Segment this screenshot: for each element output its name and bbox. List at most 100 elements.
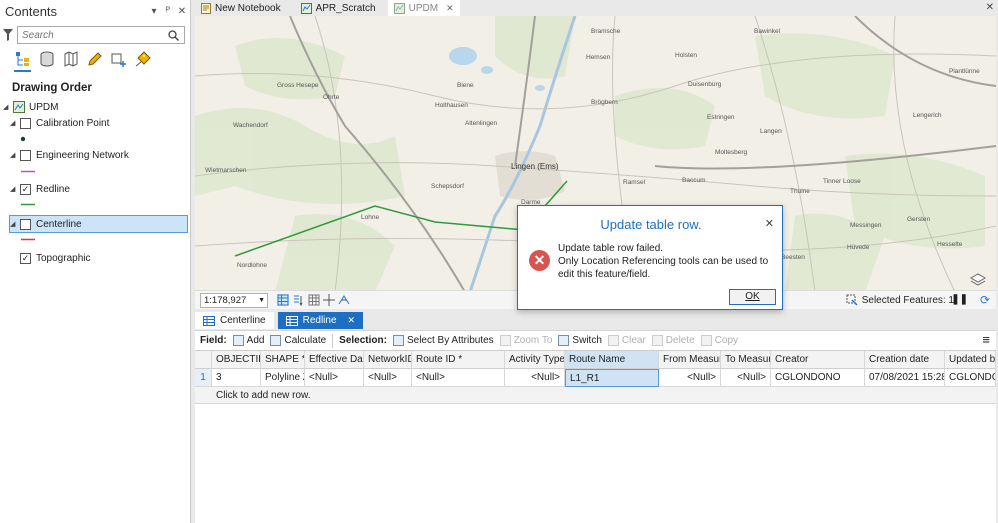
zoom-to-button[interactable]: Zoom To [499, 335, 552, 346]
table-navigation-icon[interactable] [277, 294, 289, 306]
search-icon[interactable] [168, 29, 179, 41]
column-header[interactable]: SHAPE * [261, 351, 305, 369]
column-header[interactable]: Creation date [865, 351, 945, 369]
crosshair-icon[interactable] [323, 294, 335, 306]
contents-pane: Contents ▾ ᴾ ✕ Drawing Order [0, 0, 191, 523]
column-header[interactable]: To Measure [721, 351, 771, 369]
tab-centerline-table[interactable]: Centerline [195, 312, 274, 329]
layer-name: Topographic [36, 252, 91, 264]
copy-button[interactable]: Copy [700, 335, 738, 346]
collapse-arrow-icon[interactable]: ◢ [10, 119, 20, 127]
basemap-tiles-icon[interactable] [970, 272, 986, 286]
scale-selector[interactable]: 1:178,927 ▼ [200, 293, 268, 308]
table-cell[interactable]: <Null> [505, 369, 565, 387]
list-by-labeling-icon[interactable] [134, 50, 151, 67]
layer-row-calibration-point[interactable]: ◢ Calibration Point [10, 115, 109, 131]
list-by-selection-icon[interactable] [62, 50, 79, 67]
table-cell[interactable]: <Null> [659, 369, 721, 387]
filter-icon[interactable] [3, 29, 13, 41]
table-cell[interactable]: <Null> [364, 369, 412, 387]
table-cell[interactable]: Polyline Z [261, 369, 305, 387]
dialog-close-icon[interactable]: ✕ [765, 217, 774, 230]
search-input[interactable] [22, 29, 162, 41]
layer-checkbox[interactable]: ✓ [20, 252, 31, 264]
layer-row-redline[interactable]: ◢ ✓ Redline [10, 181, 70, 197]
table-cell[interactable]: 07/08/2021 15:28:45 [865, 369, 945, 387]
table-cell[interactable]: 3 [212, 369, 261, 387]
dialog-message-line1: Update table row failed. [558, 243, 664, 254]
add-field-button[interactable]: Add [232, 335, 264, 346]
chevron-down-icon[interactable]: ▼ [258, 294, 265, 307]
table-cell-editing[interactable]: L1_R1 [565, 369, 659, 387]
close-icon[interactable]: ✕ [986, 2, 994, 13]
ok-button[interactable]: OK [729, 289, 776, 305]
refresh-icon[interactable]: ⟳ [980, 293, 990, 307]
list-by-drawing-order-icon[interactable] [14, 50, 31, 67]
calculate-button[interactable]: Calculate [270, 335, 326, 346]
tab-new-notebook[interactable]: New Notebook [195, 0, 287, 16]
column-header[interactable]: OBJECTID * [212, 351, 261, 369]
map-label: Hüvede [847, 244, 870, 251]
table-cell[interactable]: CGLONDC [945, 369, 996, 387]
grid-icon[interactable] [308, 294, 320, 306]
table-cell[interactable]: <Null> [412, 369, 505, 387]
layer-checkbox[interactable] [20, 149, 31, 161]
clear-icon [607, 335, 619, 346]
tab-close-icon[interactable]: ✕ [446, 3, 454, 14]
table-cell[interactable]: <Null> [305, 369, 364, 387]
layer-row-centerline[interactable]: ◢ Centerline [9, 215, 188, 233]
tab-label: APR_Scratch [315, 2, 376, 14]
pause-drawing-icon[interactable]: ❚❚ [951, 294, 968, 305]
select-by-attributes-button[interactable]: Select By Attributes [392, 335, 494, 346]
column-header[interactable]: Effective Date [305, 351, 364, 369]
table-cell[interactable]: CGLONDONO [771, 369, 865, 387]
layer-checkbox[interactable] [20, 218, 31, 230]
map-label: Schepsdorf [431, 183, 464, 190]
column-header-selected[interactable]: Route Name [565, 351, 659, 369]
collapse-arrow-icon[interactable]: ◢ [10, 220, 20, 228]
list-by-snapping-icon[interactable] [110, 50, 127, 67]
table-cell[interactable]: <Null> [721, 369, 771, 387]
pin-icon[interactable]: ᴾ [162, 6, 174, 17]
map-label: Langen [760, 128, 782, 135]
tab-apr-scratch[interactable]: APR_Scratch [295, 0, 382, 16]
layer-row-engineering-network[interactable]: ◢ Engineering Network [10, 147, 129, 163]
line-symbol-red-icon [21, 238, 35, 241]
selected-features[interactable]: Selected Features: 1 [846, 294, 954, 306]
options-dropdown-icon[interactable]: ▾ [148, 6, 160, 17]
row-number[interactable]: 1 [195, 369, 212, 387]
map-label: Wietmarschen [205, 167, 247, 174]
tab-close-icon[interactable]: ✕ [348, 315, 356, 326]
column-header[interactable]: From Measure [659, 351, 721, 369]
switch-button[interactable]: Switch [558, 335, 602, 346]
column-header[interactable]: Route ID * [412, 351, 505, 369]
tab-updm[interactable]: UPDM ✕ [387, 0, 460, 16]
active-tool-indicator [14, 70, 31, 72]
collapse-arrow-icon[interactable]: ◢ [10, 151, 20, 159]
collapse-arrow-icon[interactable]: ◢ [3, 103, 13, 111]
column-header[interactable]: NetworkID [364, 351, 412, 369]
list-by-editing-icon[interactable] [86, 50, 103, 67]
column-header[interactable]: Creator [771, 351, 865, 369]
select-by-attributes-label: Select By Attributes [406, 335, 494, 346]
zoom-layers-icon[interactable] [293, 294, 305, 306]
layer-checkbox[interactable]: ✓ [20, 183, 31, 195]
snapping-icon[interactable] [338, 294, 350, 306]
map-icon [13, 101, 25, 113]
column-header[interactable]: Activity Type [505, 351, 565, 369]
map-node[interactable]: ◢ UPDM [3, 99, 58, 115]
collapse-arrow-icon[interactable]: ◢ [10, 185, 20, 193]
column-header[interactable]: Updated b [945, 351, 996, 369]
drawing-order-heading: Drawing Order [12, 82, 92, 94]
layer-checkbox[interactable] [20, 117, 31, 129]
selected-features-label: Selected Features: 1 [861, 294, 954, 306]
add-new-row[interactable]: Click to add new row. [195, 387, 996, 404]
close-icon[interactable]: ✕ [176, 6, 188, 17]
table-menu-icon[interactable]: ≡ [982, 333, 990, 346]
map-label: Estringen [707, 114, 735, 121]
tab-redline-table[interactable]: Redline ✕ [277, 312, 364, 329]
list-by-data-source-icon[interactable] [38, 50, 55, 67]
clear-button[interactable]: Clear [607, 335, 646, 346]
layer-row-topographic[interactable]: ✓ Topographic [20, 250, 90, 266]
delete-button[interactable]: Delete [651, 335, 695, 346]
